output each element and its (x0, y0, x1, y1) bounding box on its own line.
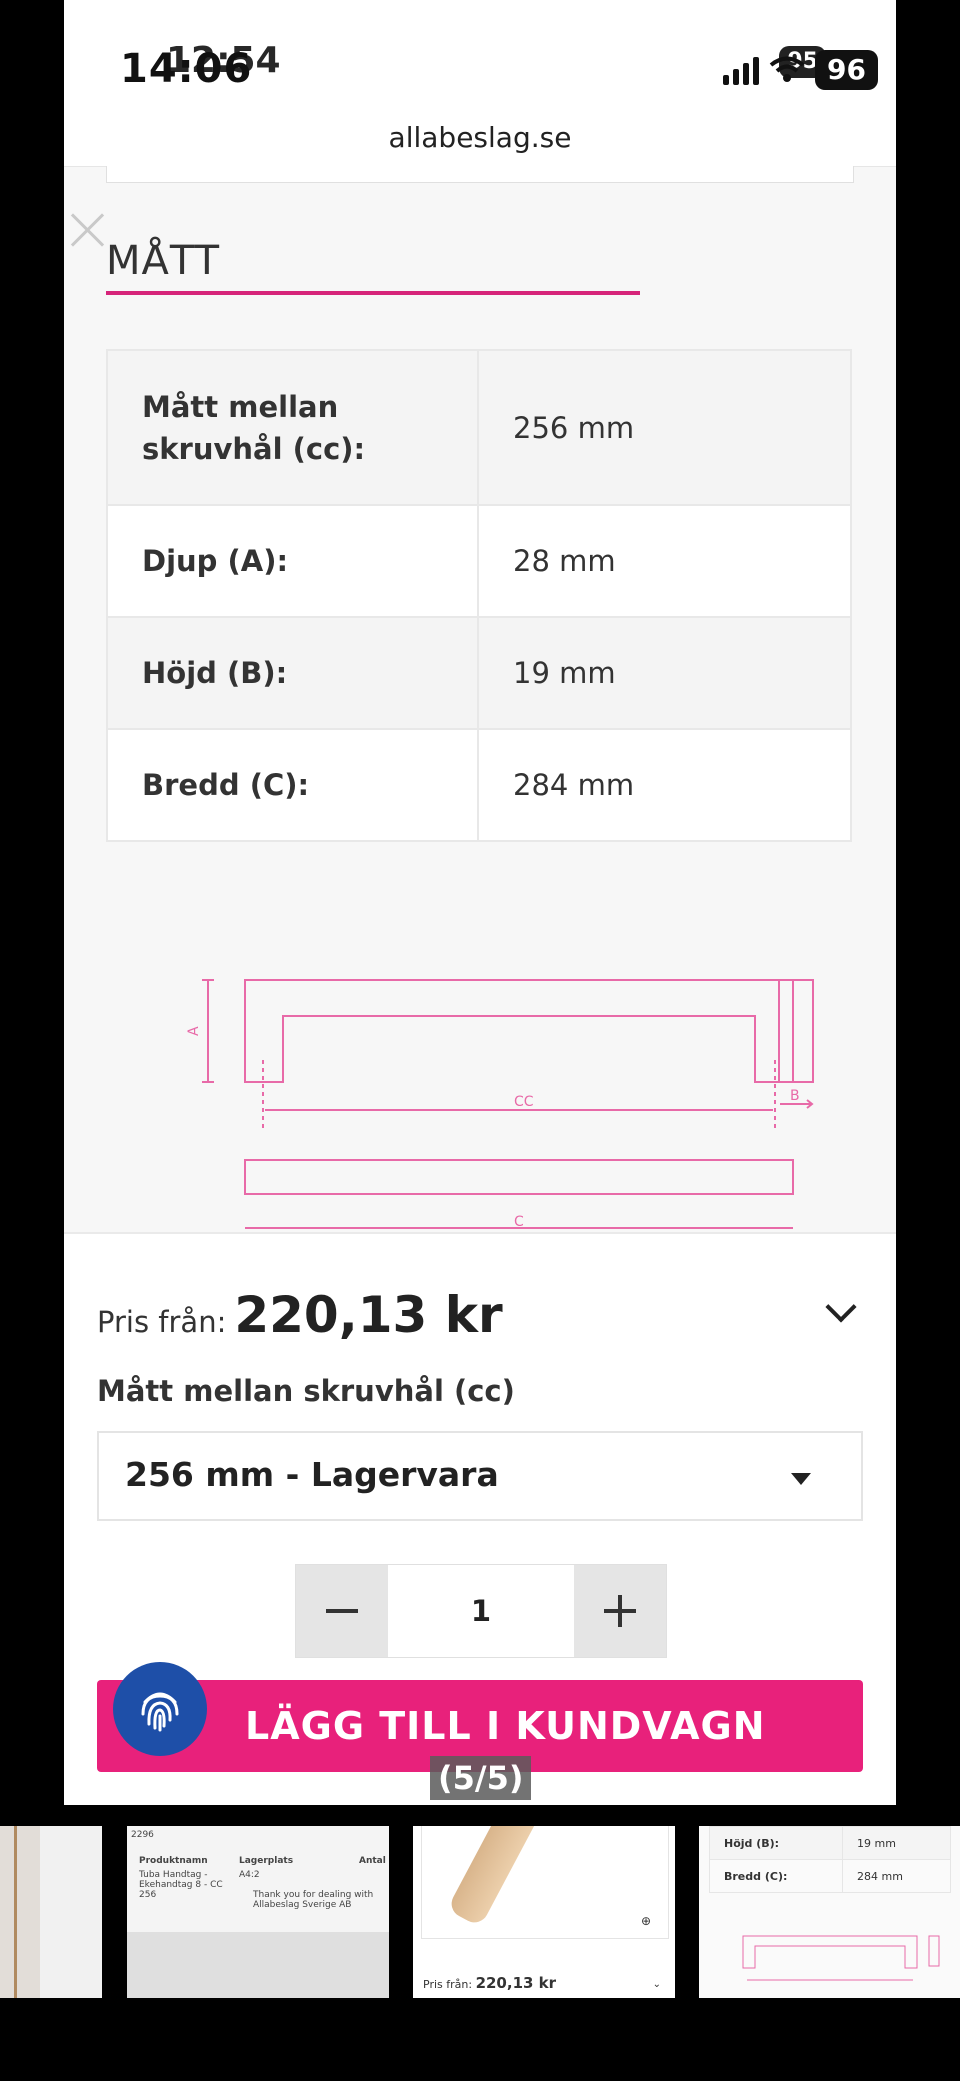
previous-content-edge (106, 166, 854, 183)
thumb-diagram (742, 1935, 940, 1981)
address-bar[interactable]: allabeslag.se (64, 110, 896, 167)
thumbnail-4[interactable]: Höjd (B): 19 mm Bredd (C): 284 mm (699, 1826, 960, 1998)
dimension-label: Höjd (B): (106, 616, 479, 730)
status-time-ghost: 12:54 (166, 40, 281, 81)
status-bar: 14:06 12:54 95 96 (64, 0, 896, 110)
dimension-label: Bredd (C): (106, 728, 479, 842)
diagram-label-a: A (186, 1026, 202, 1036)
decrease-button[interactable] (296, 1565, 388, 1657)
increase-button[interactable] (574, 1565, 666, 1657)
thumb-note: Thank you for dealing with Allabeslag Sv… (253, 1890, 374, 1910)
price-row: Pris från: 220,13 kr (97, 1286, 503, 1344)
cellular-signal-icon (723, 55, 760, 85)
fingerprint-button[interactable] (113, 1662, 207, 1756)
quantity-input[interactable]: 1 (388, 1565, 574, 1657)
chevron-down-icon[interactable] (825, 1291, 857, 1323)
thumb-table: Höjd (B): 19 mm Bredd (C): 284 mm (708, 1826, 951, 1893)
select-value[interactable]: 256 mm - Lagervara (125, 1433, 499, 1517)
chevron-down-icon: ⌄ (652, 1979, 661, 1990)
close-icon[interactable] (68, 208, 108, 248)
table-row: Mått mellan skruvhål (cc): 256 mm (106, 349, 852, 506)
thumbnail-1[interactable] (0, 1826, 102, 1998)
table-row: Bredd (C): 284 mm (106, 728, 852, 842)
thumb-col-1: Produktnamn (139, 1856, 208, 1866)
url-text[interactable]: allabeslag.se (389, 121, 572, 154)
battery-indicator: 96 (815, 50, 878, 90)
diagram-label-b: B (790, 1088, 800, 1104)
table-row: Djup (A): 28 mm (106, 504, 852, 618)
thumb-header: 2296 (131, 1830, 154, 1840)
size-select[interactable]: 256 mm - Lagervara (97, 1431, 863, 1521)
section-title: MÅTT (106, 238, 221, 284)
dimension-value: 19 mm (477, 616, 852, 730)
handle-profile-diagram: B (778, 979, 814, 1109)
handle-dimension-diagram: A CC C (186, 979, 794, 1230)
dimension-value: 284 mm (477, 728, 852, 842)
section-underline (106, 291, 640, 295)
thumb-row-name: Tuba Handtag - Ekehandtag 8 - CC 256 (139, 1870, 223, 1900)
thumb-col-3: Antal (359, 1856, 386, 1866)
thumbnail-strip: 2296 Produktnamn Lagerplats Antal Tuba H… (0, 1826, 960, 1998)
thumb-row-loc: A4:2 (239, 1870, 260, 1880)
dimensions-table: Mått mellan skruvhål (cc): 256 mm Djup (… (106, 349, 852, 842)
price-label: Pris från: (97, 1305, 227, 1339)
thumb-col-2: Lagerplats (239, 1856, 294, 1866)
diagram-label-cc: CC (514, 1094, 534, 1110)
price-value: 220,13 kr (234, 1286, 503, 1344)
dimension-value: 28 mm (477, 504, 852, 618)
gallery-counter: (5/5) (430, 1756, 532, 1800)
quantity-stepper: 1 (295, 1564, 667, 1658)
phone-screen: 14:06 12:54 95 96 allabeslag.se MÅTT Måt… (64, 0, 896, 1805)
diagram-label-c: C (514, 1214, 524, 1230)
thumb-price: Pris från: 220,13 kr (423, 1974, 557, 1992)
caret-down-icon[interactable] (791, 1473, 811, 1485)
thumbnail-3[interactable]: ⊕ Pris från: 220,13 kr ⌄ (413, 1826, 675, 1998)
table-row: Höjd (B): 19 mm (106, 616, 852, 730)
dimension-label: Djup (A): (106, 504, 479, 618)
select-label: Mått mellan skruvhål (cc) (97, 1374, 515, 1408)
dimension-label: Mått mellan skruvhål (cc): (106, 349, 479, 506)
fingerprint-icon (141, 1692, 179, 1732)
minus-icon (326, 1609, 358, 1613)
wifi-icon (769, 56, 805, 82)
status-icons: 96 (723, 48, 878, 92)
zoom-icon[interactable]: ⊕ (641, 1914, 651, 1928)
dimension-value: 256 mm (477, 349, 852, 506)
thumbnail-2[interactable]: 2296 Produktnamn Lagerplats Antal Tuba H… (127, 1826, 389, 1998)
